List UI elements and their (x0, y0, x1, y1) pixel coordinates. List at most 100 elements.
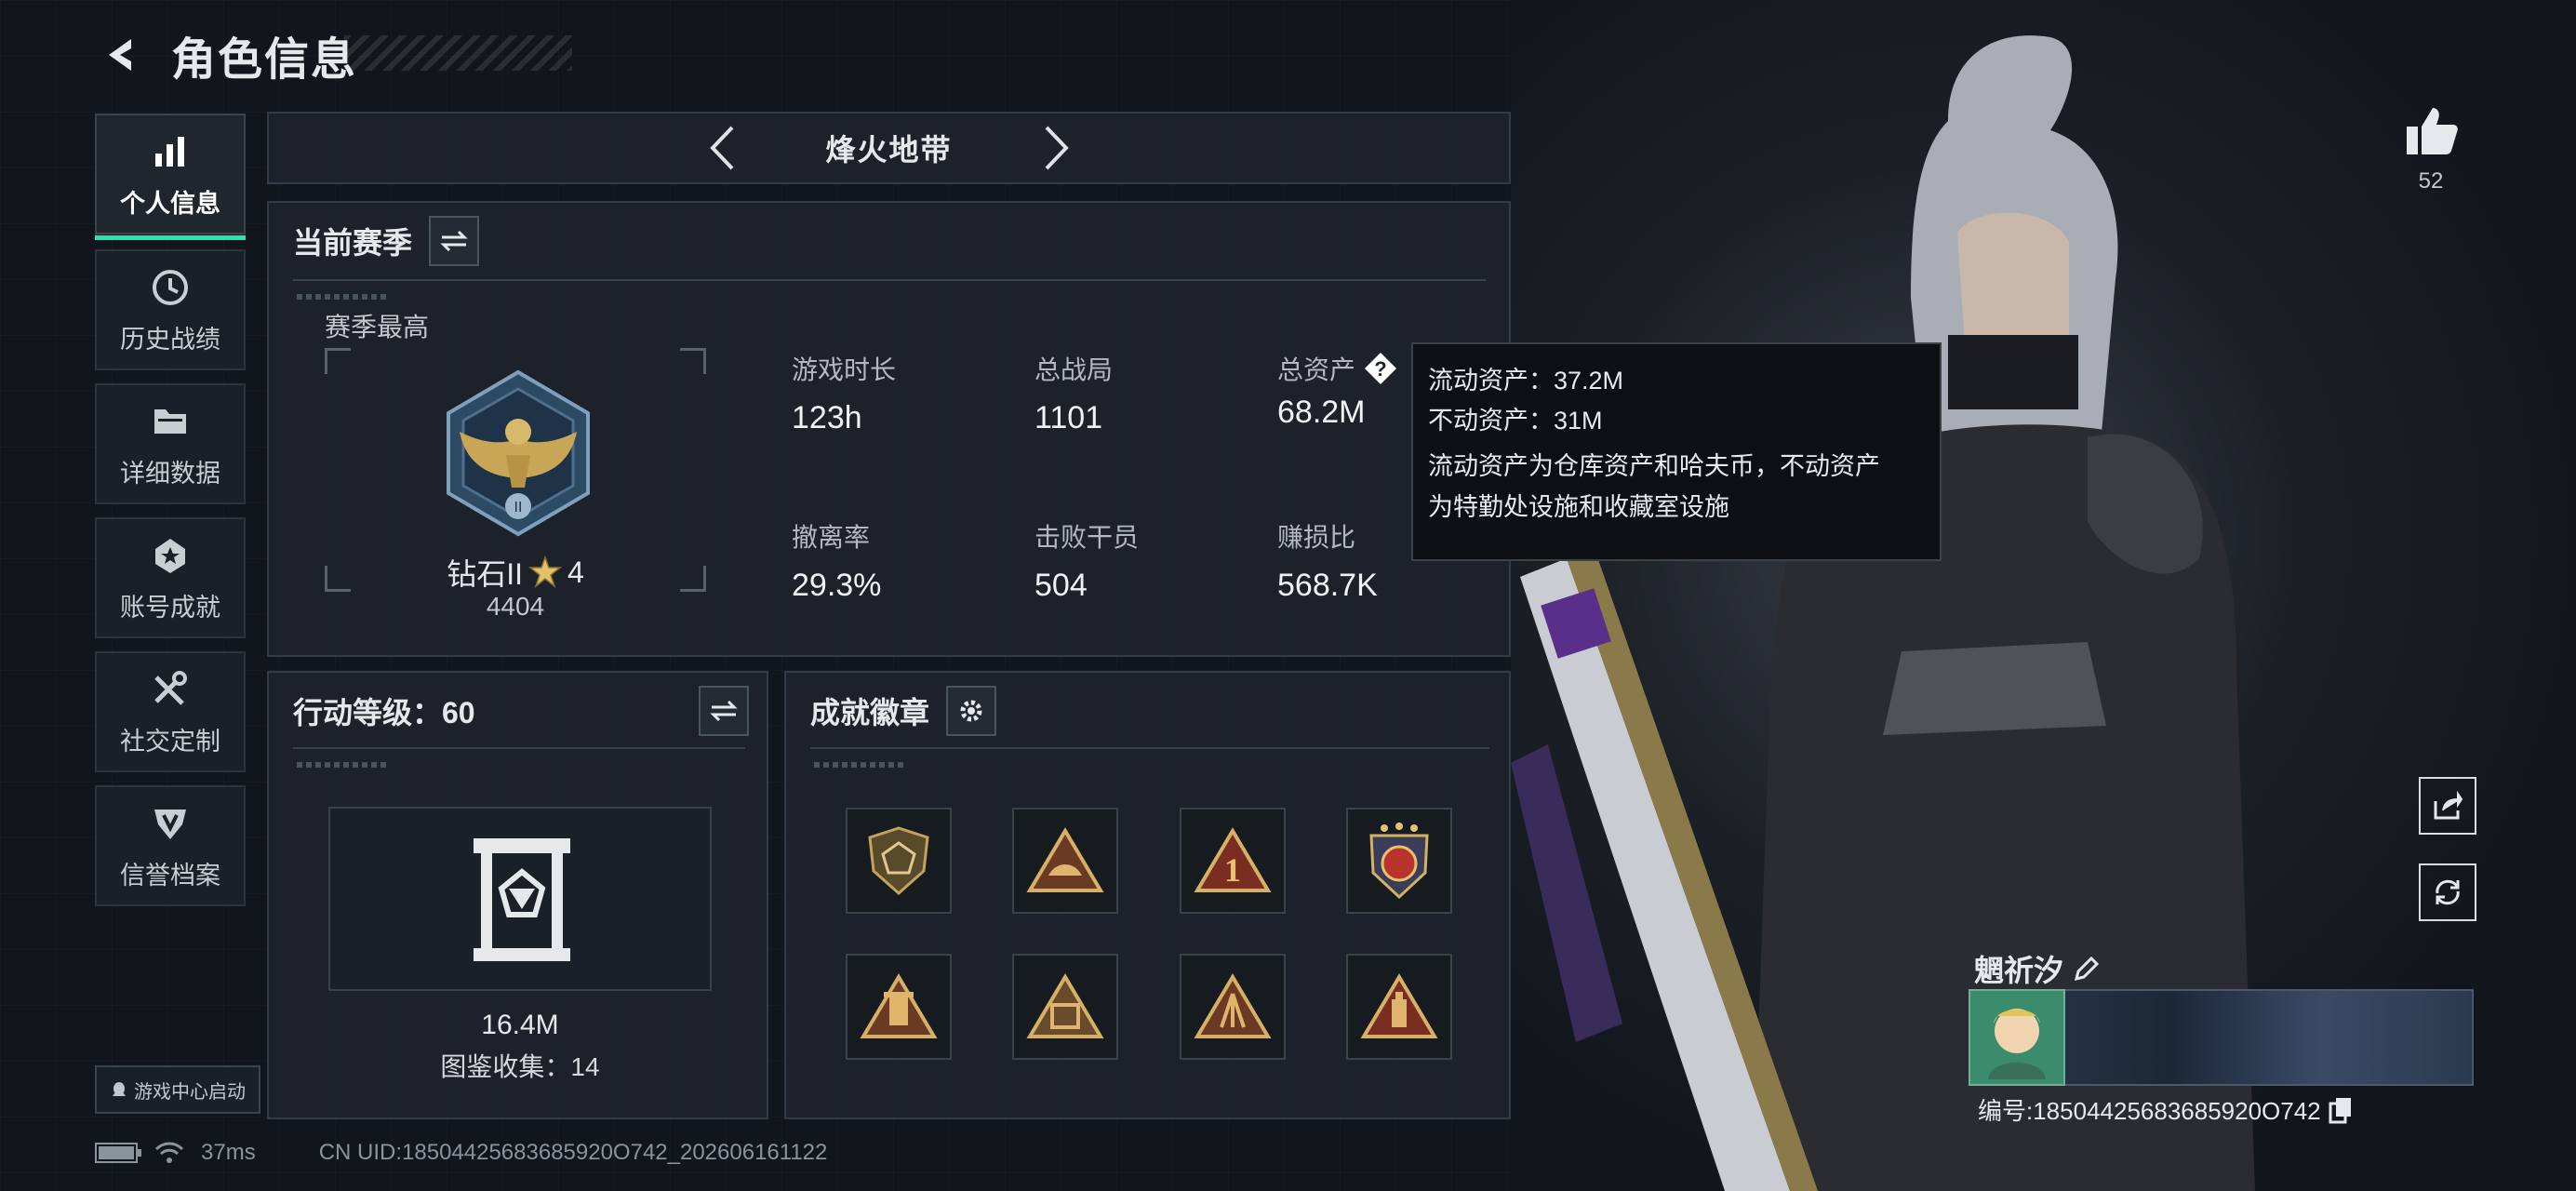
help-icon[interactable]: ? (1363, 351, 1398, 386)
qq-icon (113, 1082, 126, 1096)
tooltip-description-2: 为特勤处设施和收藏室设施 (1428, 492, 1729, 521)
sidebar-item-account-achievements[interactable]: 账号成就 (95, 517, 246, 638)
chevron-right-icon (1045, 126, 1069, 170)
svg-text:1: 1 (1224, 851, 1241, 889)
achievements-divider (810, 747, 1489, 749)
shield-badge-icon (868, 826, 929, 895)
game-center-launch-button[interactable]: 游戏中心启动 (95, 1065, 260, 1114)
badge-shield[interactable] (846, 808, 952, 914)
tower-badge-icon (860, 973, 938, 1038)
action-level-header: 行动等级：60 (293, 686, 749, 736)
svg-text:?: ? (1374, 357, 1386, 381)
folder-icon (148, 399, 193, 444)
title-bar: 角色信息 (93, 22, 357, 87)
badge-tower[interactable] (846, 954, 952, 1060)
prev-mode-button[interactable] (694, 120, 750, 176)
stat-value: 1101 (1034, 400, 1103, 435)
collection-value: 16.4M (481, 1010, 559, 1040)
stat-label: 击败干员 (1034, 523, 1140, 552)
sidebar-item-personal-info[interactable]: 个人信息 (95, 114, 246, 240)
stat-value: 504 (1034, 568, 1088, 603)
action-level-divider (293, 747, 745, 749)
bottle-badge-icon (1360, 973, 1438, 1038)
thumbs-up-icon (2407, 108, 2458, 154)
star-icon (528, 555, 562, 589)
sidebar-item-social-custom[interactable]: 社交定制 (95, 651, 246, 772)
divider-dots (297, 762, 390, 768)
tooltip-description-1: 流动资产为仓库资产和哈夫币，不动资产 (1428, 452, 1880, 481)
rank-score: 4404 (486, 592, 545, 621)
season-panel-header: 当前赛季 (293, 216, 480, 266)
badge-triangle[interactable] (1012, 808, 1118, 914)
season-switch-button[interactable] (429, 216, 480, 266)
svg-text:II: II (514, 500, 523, 515)
tripod-badge-icon (1194, 973, 1272, 1038)
sidebar-item-credit-record[interactable]: 信誉档案 (95, 785, 246, 906)
pyramid-badge-icon (1026, 973, 1104, 1038)
rank-emblem-icon: II (432, 367, 605, 544)
player-id: 编号:18504425683685920O742 (1978, 1097, 2321, 1125)
sidebar-item-label: 账号成就 (120, 593, 220, 622)
achievements-title: 成就徽章 (810, 696, 930, 729)
copy-icon[interactable] (2329, 1096, 2353, 1124)
share-button[interactable] (2419, 777, 2476, 835)
sidebar-item-label: 社交定制 (120, 727, 220, 756)
ping-value: 37ms (201, 1140, 256, 1165)
uid-text: CN UID:18504425683685920O742_20260616112… (318, 1140, 828, 1165)
badge-bottle[interactable] (1346, 954, 1452, 1060)
player-name: 魍祈汐 (1974, 954, 2064, 987)
badge-pyramid[interactable] (1012, 954, 1118, 1060)
assets-tooltip: 流动资产：37.2M 不动资产：31M 流动资产为仓库资产和哈夫币，不动资产 为… (1411, 342, 1942, 561)
status-bar: 37ms CN UID:18504425683685920O742_202606… (95, 1140, 827, 1166)
tools-icon (148, 667, 193, 712)
season-title: 当前赛季 (293, 226, 413, 260)
edit-pencil-icon[interactable] (2073, 955, 2101, 983)
badge-tripod[interactable] (1180, 954, 1286, 1060)
sidebar-item-label: 历史战绩 (120, 325, 220, 354)
swap-icon (710, 700, 738, 722)
stat-total-matches: 总战局 1101 (1034, 350, 1113, 436)
refresh-button[interactable] (2419, 863, 2476, 921)
collection-case-icon (474, 838, 570, 961)
achievements-settings-button[interactable] (946, 686, 997, 736)
tooltip-liquid-assets: 流动资产：37.2M (1428, 367, 1624, 395)
gear-icon (960, 700, 982, 722)
stat-extract-rate: 撤离率 29.3% (792, 517, 881, 604)
collection-display[interactable] (328, 807, 712, 991)
avatar[interactable] (1969, 989, 2065, 1086)
credit-shield-icon (148, 801, 193, 846)
avatar-portrait-icon (1988, 1009, 2046, 1079)
next-mode-button[interactable] (1029, 120, 1085, 176)
swap-icon (440, 230, 468, 252)
action-level-panel: 行动等级：60 16.4M 图鉴收集：14 (267, 671, 768, 1119)
stat-label: 总资产 (1277, 355, 1356, 384)
refresh-icon (2436, 879, 2460, 905)
battery-icon (95, 1143, 141, 1163)
badge-star-crest[interactable] (1346, 808, 1452, 914)
badge-number-one[interactable]: 1 (1180, 808, 1286, 914)
stat-value: 568.7K (1277, 568, 1378, 603)
action-level-switch-button[interactable] (699, 686, 749, 736)
stat-value: 123h (792, 400, 862, 435)
sidebar-item-label: 信誉档案 (120, 861, 220, 890)
back-button[interactable] (93, 27, 149, 83)
action-level-title: 行动等级：60 (293, 696, 475, 729)
season-best-label: 赛季最高 (325, 313, 430, 341)
season-divider (293, 279, 1486, 281)
page-title: 角色信息 (171, 35, 358, 85)
rank-name-row: 钻石II 4 (408, 551, 622, 594)
mode-selector: 烽火地带 (267, 112, 1511, 184)
stat-operators-defeated: 击败干员 504 (1034, 517, 1139, 604)
sidebar-item-label: 个人信息 (120, 189, 220, 218)
stat-value: 29.3% (792, 568, 882, 603)
like-button[interactable]: 52 (2398, 104, 2463, 194)
share-icon (2434, 790, 2463, 820)
bar-chart-icon (148, 129, 193, 174)
history-clock-icon (148, 265, 193, 310)
mode-name: 烽火地带 (825, 133, 953, 167)
achievement-badges-panel: 成就徽章 1 (784, 671, 1511, 1119)
stat-value: 68.2M (1277, 395, 1366, 430)
sidebar-item-detailed-data[interactable]: 详细数据 (95, 383, 246, 504)
sidebar-item-history[interactable]: 历史战绩 (95, 249, 246, 370)
tooltip-fixed-assets: 不动资产：31M (1428, 407, 1603, 435)
